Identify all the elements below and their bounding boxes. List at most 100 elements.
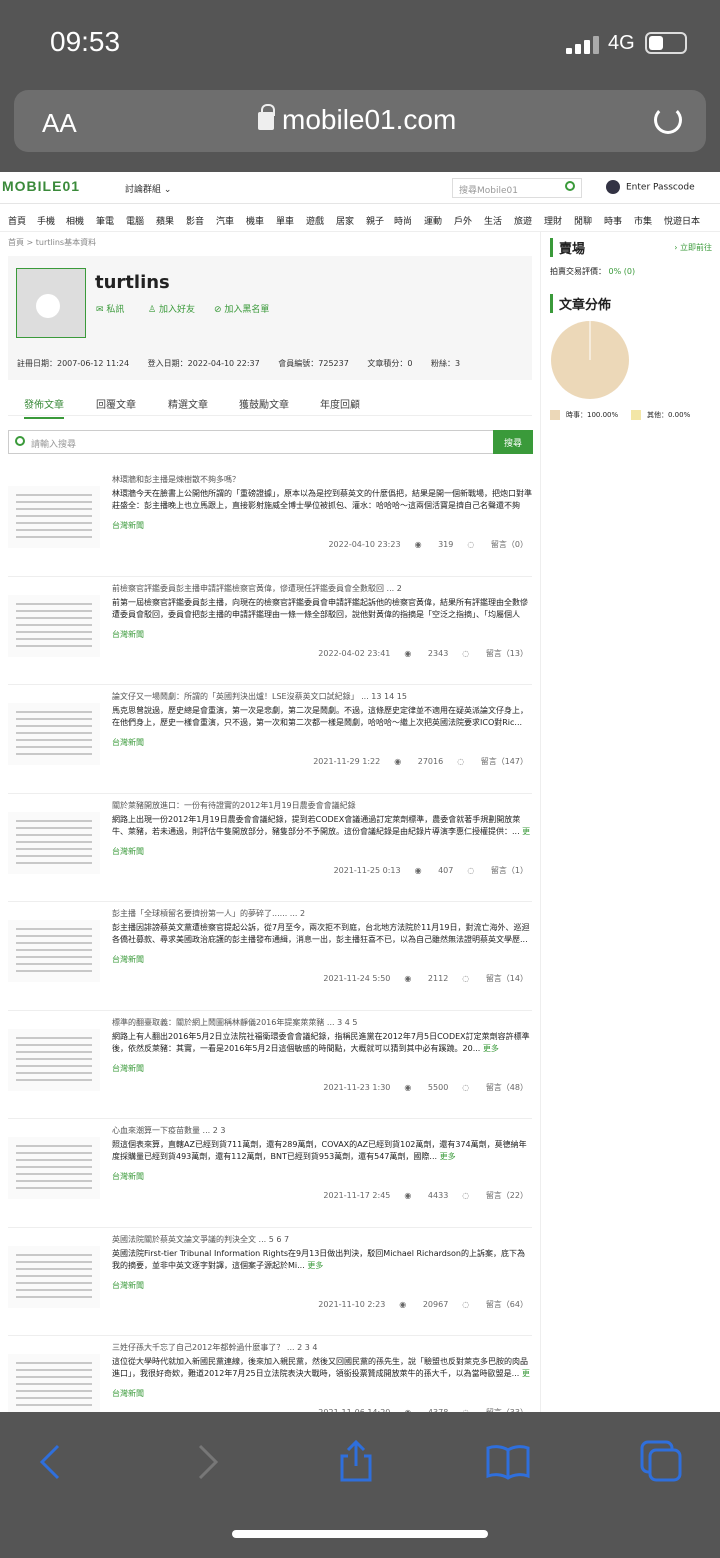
tab-encouraged[interactable]: 獲鼓勵文章 bbox=[239, 396, 289, 411]
article-thumbnail[interactable] bbox=[8, 1354, 100, 1412]
article-thumbnail[interactable] bbox=[8, 703, 100, 765]
category-item[interactable]: 電腦 bbox=[126, 214, 144, 227]
comments-value: 留言（1） bbox=[490, 865, 528, 875]
article-title[interactable]: 標準的翻臺取義：關於網上鬧圖稱林靜儀2016年提案萊萊豬 ... 3 4 5 bbox=[112, 1017, 357, 1028]
article-title[interactable]: 論文仔又一場鬧劇：所謂的「英國判決出爐！LSE沒蔡英文口試紀錄」 ... 13 … bbox=[112, 691, 407, 702]
article-title[interactable]: 林環牆和彭主播是煉樹散不夠多嗎？ bbox=[112, 474, 240, 485]
views-value: 5500 bbox=[427, 1082, 449, 1092]
fans-count: 粉絲：3 bbox=[431, 359, 461, 368]
article-thumbnail[interactable] bbox=[8, 920, 100, 982]
article-date: 2021-11-24 5:50 bbox=[323, 974, 391, 983]
more-link[interactable]: 更多 bbox=[307, 1261, 323, 1270]
address-bar[interactable]: AA mobile01.com bbox=[14, 90, 706, 152]
category-item[interactable]: 生活 bbox=[484, 214, 502, 227]
market-go-link[interactable]: › 立即前往 bbox=[674, 242, 712, 253]
tab-featured[interactable]: 精選文章 bbox=[168, 396, 208, 411]
category-item[interactable]: 閒聊 bbox=[574, 214, 592, 227]
category-item[interactable]: 親子 bbox=[366, 214, 384, 227]
comments-count[interactable]: ◌ 留言（147） bbox=[457, 757, 528, 766]
category-item[interactable]: 手機 bbox=[37, 214, 55, 227]
category-item[interactable]: 汽車 bbox=[216, 214, 234, 227]
article-category[interactable]: 台灣新聞 bbox=[112, 1280, 144, 1291]
more-link[interactable]: 更多 bbox=[483, 1044, 499, 1053]
article-category[interactable]: 台灣新聞 bbox=[112, 1388, 144, 1399]
breadcrumb[interactable]: 首頁 > turtlins基本資料 bbox=[8, 237, 96, 248]
category-item[interactable]: 理財 bbox=[544, 214, 562, 227]
article-category[interactable]: 台灣新聞 bbox=[112, 629, 144, 640]
category-item[interactable]: 時尚 bbox=[394, 214, 412, 227]
category-item[interactable]: 遊戲 bbox=[306, 214, 324, 227]
add-friend-button[interactable]: ♙ 加入好友 bbox=[148, 302, 195, 315]
article-thumbnail[interactable] bbox=[8, 486, 100, 548]
category-item[interactable]: 戶外 bbox=[454, 214, 472, 227]
reload-icon[interactable] bbox=[654, 106, 682, 134]
article-category[interactable]: 台灣新聞 bbox=[112, 846, 144, 857]
bookmarks-icon[interactable] bbox=[486, 1444, 530, 1480]
comments-count[interactable]: ◌ 留言（22） bbox=[462, 1191, 528, 1200]
article-thumbnail[interactable] bbox=[8, 1137, 100, 1199]
article-thumbnail[interactable] bbox=[8, 811, 100, 874]
comments-count[interactable]: ◌ 留言（64） bbox=[462, 1300, 528, 1309]
site-logo[interactable]: MOBILE01 bbox=[2, 178, 80, 194]
forward-icon[interactable] bbox=[196, 1444, 220, 1480]
category-item[interactable]: 蘋果 bbox=[156, 214, 174, 227]
category-item[interactable]: 機車 bbox=[246, 214, 264, 227]
share-icon[interactable] bbox=[338, 1440, 374, 1482]
category-item[interactable]: 市集 bbox=[634, 214, 652, 227]
article-thumbnail[interactable] bbox=[8, 1028, 100, 1091]
comments-count[interactable]: ◌ 留言（1） bbox=[467, 866, 528, 875]
profile-tabs: 發佈文章 回覆文章 精選文章 獲鼓勵文章 年度回顧 bbox=[8, 390, 532, 419]
article-meta: 2021-11-17 2:45 ◉ 4433 ◌ 留言（22） bbox=[309, 1190, 528, 1201]
message-button[interactable]: ✉ 私訊 bbox=[96, 302, 124, 315]
tab-replies[interactable]: 回覆文章 bbox=[96, 396, 136, 411]
category-item[interactable]: 悅遊日本 bbox=[664, 214, 700, 227]
add-blacklist-button[interactable]: ⊘ 加入黑名單 bbox=[214, 302, 269, 315]
site-search-input[interactable]: 搜尋Mobile01 bbox=[452, 178, 582, 198]
comments-count[interactable]: ◌ 留言（14） bbox=[462, 974, 528, 983]
article-category[interactable]: 台灣新聞 bbox=[112, 520, 144, 531]
article-search-input[interactable]: 請輸入搜尋 bbox=[8, 430, 494, 454]
article-category[interactable]: 台灣新聞 bbox=[112, 1171, 144, 1182]
category-item[interactable]: 居家 bbox=[336, 214, 354, 227]
article-title[interactable]: 三姓仔孫大千忘了自己2012年都幹過什麼事了？ ... 2 3 4 bbox=[112, 1342, 317, 1353]
more-link[interactable]: 更多 bbox=[440, 1152, 456, 1161]
article-category[interactable]: 台灣新聞 bbox=[112, 954, 144, 965]
rating-value[interactable]: 0% (0) bbox=[609, 267, 636, 276]
comments-value: 留言（14） bbox=[485, 974, 528, 983]
article-title[interactable]: 英國法院關於蔡英文論文爭議的判決全文 ... 5 6 7 bbox=[112, 1234, 289, 1245]
views-count: ◉ 20967 bbox=[399, 1299, 449, 1309]
category-item[interactable]: 影音 bbox=[186, 214, 204, 227]
comments-value: 留言（48） bbox=[485, 1082, 528, 1092]
search-icon[interactable] bbox=[565, 181, 575, 191]
user-menu[interactable]: Enter Passcode bbox=[606, 180, 695, 194]
category-item[interactable]: 首頁 bbox=[8, 214, 26, 227]
back-icon[interactable] bbox=[38, 1444, 62, 1480]
article-title[interactable]: 心血來潮算一下疫苗數量 ... 2 3 bbox=[112, 1125, 225, 1136]
category-item[interactable]: 時事 bbox=[604, 214, 622, 227]
article-title[interactable]: 關於萊豬開放進口：一份有待證實的2012年1月19日農委會會議紀錄 bbox=[112, 800, 356, 811]
article-category[interactable]: 台灣新聞 bbox=[112, 1063, 144, 1074]
url-domain[interactable]: mobile01.com bbox=[282, 104, 456, 136]
category-item[interactable]: 運動 bbox=[424, 214, 442, 227]
category-item[interactable]: 單車 bbox=[276, 214, 294, 227]
forum-groups-menu[interactable]: 討論群組 ⌄ bbox=[125, 182, 171, 195]
comments-count[interactable]: ◌ 留言（48） bbox=[462, 1083, 528, 1092]
article-title[interactable]: 前檢察官評鑑委員彭主播申請評鑑檢察官黃偉，慘遭現任評鑑委員會全數駁回 ... 2 bbox=[112, 583, 402, 594]
profile-avatar bbox=[16, 268, 86, 338]
comments-value: 留言（22） bbox=[485, 1191, 528, 1200]
article-category[interactable]: 台灣新聞 bbox=[112, 737, 144, 748]
tab-yearly-review[interactable]: 年度回顧 bbox=[320, 396, 360, 411]
reader-text-size-button[interactable]: AA bbox=[42, 108, 77, 139]
category-item[interactable]: 旅遊 bbox=[514, 214, 532, 227]
tabs-icon[interactable] bbox=[640, 1440, 684, 1482]
market-go-label: 立即前往 bbox=[680, 243, 712, 252]
article-thumbnail[interactable] bbox=[8, 594, 100, 657]
category-item[interactable]: 相機 bbox=[66, 214, 84, 227]
category-item[interactable]: 筆電 bbox=[96, 214, 114, 227]
tab-posts[interactable]: 發佈文章 bbox=[24, 396, 64, 419]
comments-count[interactable]: ◌ 留言（13） bbox=[462, 649, 528, 658]
comments-count[interactable]: ◌ 留言（0） bbox=[467, 540, 528, 549]
article-thumbnail[interactable] bbox=[8, 1245, 100, 1308]
article-title[interactable]: 彭主播「全球槓留名要擠扮第一人」的夢碎了...... ... 2 bbox=[112, 908, 305, 919]
article-search-button[interactable]: 搜尋 bbox=[493, 430, 533, 454]
